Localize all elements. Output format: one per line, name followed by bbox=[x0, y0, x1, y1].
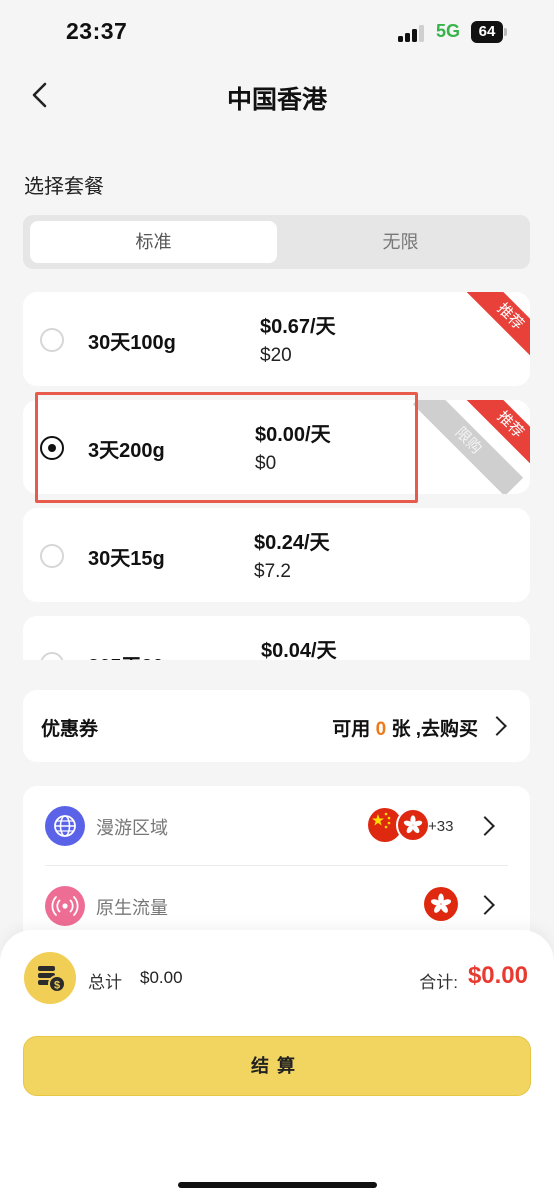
plan-total-price: $0 bbox=[255, 453, 277, 474]
region-more-count: +33 bbox=[428, 818, 454, 835]
coupon-row[interactable]: 优惠券 可用 0 张 ,去购买 bbox=[23, 690, 530, 762]
plan-item-selected[interactable]: 3天200g $0.00/天 $0 限购 推荐 bbox=[23, 400, 530, 494]
coupon-available-suffix: 张 ,去购买 bbox=[391, 719, 478, 740]
plan-name: 30天15g bbox=[88, 548, 165, 570]
total-value: $0.00 bbox=[140, 968, 183, 987]
chevron-right-icon bbox=[487, 716, 507, 736]
native-traffic-label: 原生流量 bbox=[96, 898, 168, 918]
plan-daily-price: $0.24/天 bbox=[254, 532, 330, 554]
coupon-availability: 可用 0 张 ,去购买 bbox=[332, 714, 478, 741]
coupon-count: 0 bbox=[375, 719, 387, 740]
svg-text:$: $ bbox=[54, 980, 60, 992]
plan-name: 365天20g bbox=[88, 650, 176, 660]
checkout-sheet: $ 总计 $0.00 合计: $0.00 结算 bbox=[0, 930, 554, 1200]
plan-radio[interactable] bbox=[40, 544, 64, 568]
plan-daily-price: $0.04/天 bbox=[261, 640, 337, 660]
coupon-label: 优惠券 bbox=[41, 719, 99, 740]
plan-item[interactable]: 30天15g $0.24/天 $7.2 bbox=[23, 508, 530, 602]
home-indicator[interactable] bbox=[178, 1182, 377, 1188]
signal-broadcast-icon bbox=[45, 886, 85, 926]
plan-daily-price: $0.00/天 bbox=[255, 424, 331, 446]
tab-unlimited[interactable]: 无限 bbox=[277, 221, 524, 263]
plan-radio[interactable] bbox=[40, 652, 64, 660]
checkout-button[interactable]: 结算 bbox=[23, 1036, 531, 1096]
plan-daily-price: $0.67/天 bbox=[260, 316, 336, 338]
status-time: 23:37 bbox=[66, 18, 128, 44]
plan-item[interactable]: 365天20g $0.04/天 bbox=[23, 616, 530, 660]
plan-radio-checked[interactable] bbox=[40, 436, 64, 460]
plan-name: 3天200g bbox=[88, 440, 165, 462]
battery-icon: 64 bbox=[471, 21, 507, 43]
battery-level: 64 bbox=[471, 21, 503, 43]
sum-label: 合计: bbox=[419, 973, 458, 992]
page-title: 中国香港 bbox=[226, 86, 327, 114]
recommended-ribbon: 推荐 bbox=[454, 292, 530, 373]
cellular-signal-icon bbox=[398, 24, 428, 42]
roaming-region-label: 漫游区域 bbox=[96, 818, 168, 838]
plan-name: 30天100g bbox=[88, 332, 176, 354]
plan-total-price: $20 bbox=[260, 345, 292, 366]
network-type: 5G bbox=[436, 21, 461, 41]
plan-type-tabs: 标准 无限 bbox=[23, 215, 530, 269]
roaming-region-row[interactable]: 漫游区域 +33 bbox=[23, 786, 530, 864]
chevron-right-icon bbox=[475, 816, 495, 836]
status-bar: 23:37 5G 64 bbox=[0, 0, 554, 66]
hongkong-flag-icon bbox=[424, 887, 458, 921]
globe-icon bbox=[45, 806, 85, 846]
plan-item[interactable]: 30天100g $0.67/天 $20 推荐 bbox=[23, 292, 530, 386]
plan-radio[interactable] bbox=[40, 328, 64, 352]
coins-icon: $ bbox=[24, 952, 76, 1004]
total-label: 总计 bbox=[88, 973, 122, 992]
plan-list[interactable]: 30天100g $0.67/天 $20 推荐 3天200g $0.00/天 $0… bbox=[0, 290, 554, 660]
coupon-available-prefix: 可用 bbox=[332, 719, 371, 740]
section-title: 选择套餐 bbox=[24, 176, 104, 198]
tab-standard[interactable]: 标准 bbox=[30, 221, 277, 263]
chevron-right-icon bbox=[475, 895, 495, 915]
sum-value: $0.00 bbox=[467, 962, 528, 989]
plan-total-price: $7.2 bbox=[254, 561, 291, 582]
hongkong-flag-icon bbox=[396, 808, 430, 842]
